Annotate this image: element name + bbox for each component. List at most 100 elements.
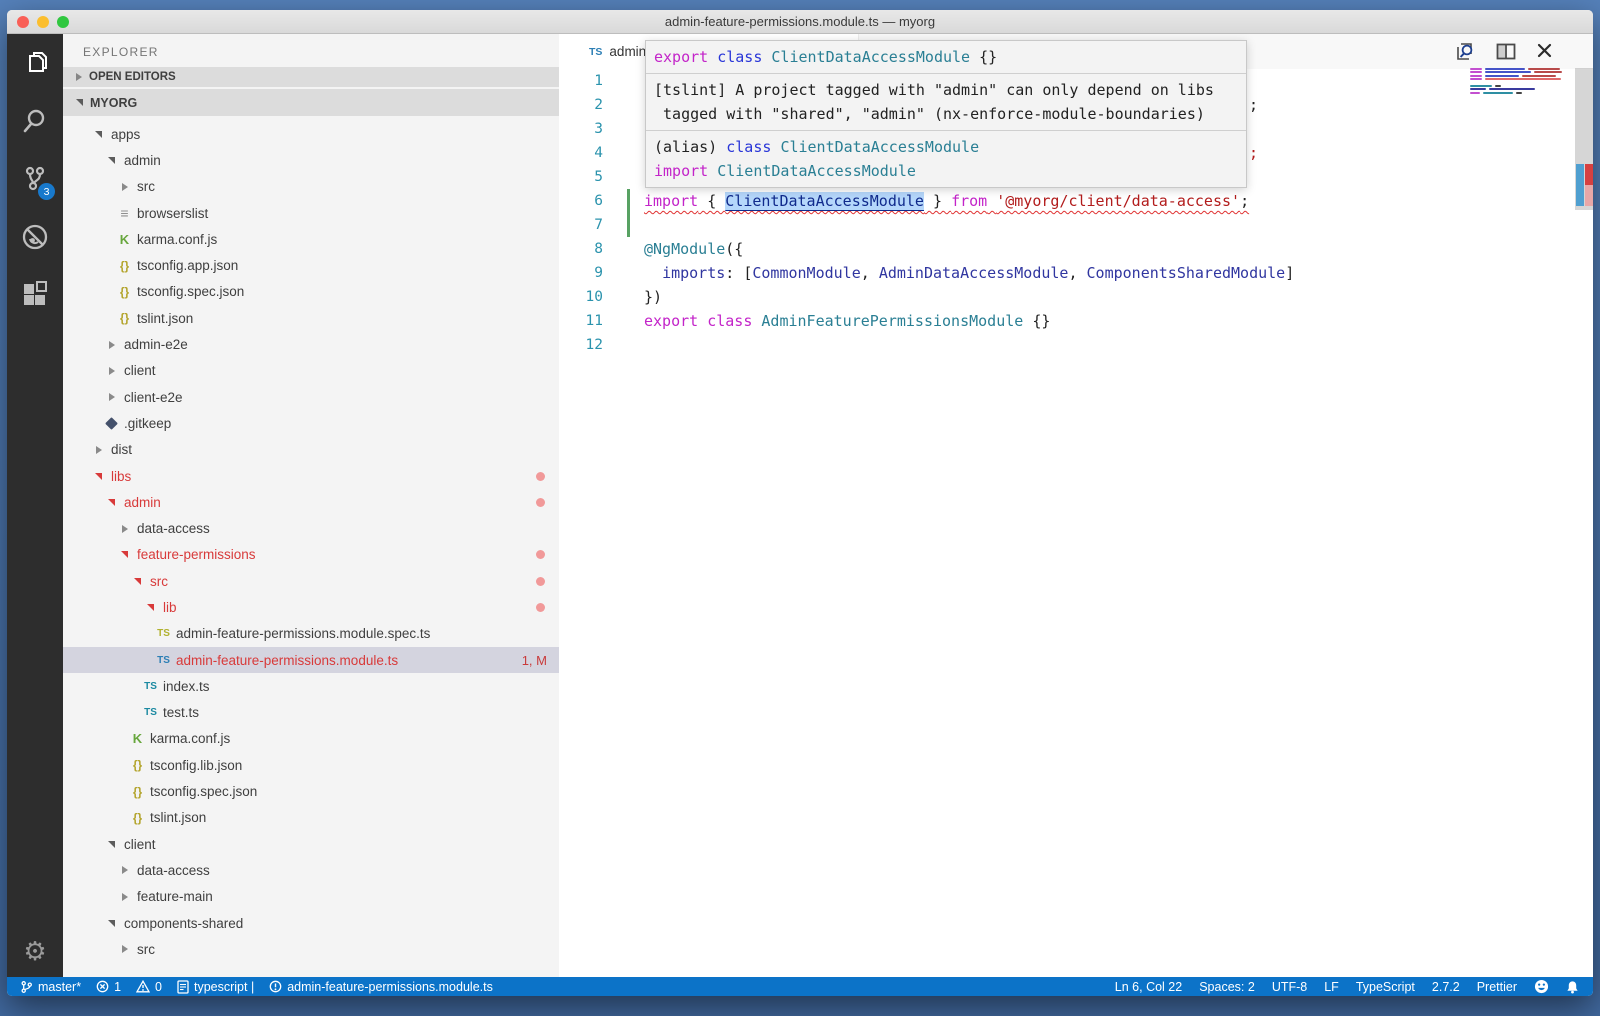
status-left-master-[interactable]: master* (20, 980, 81, 994)
highlighted-symbol: ClientDataAccessModule (725, 192, 924, 210)
tree-item-admin[interactable]: admin (63, 489, 559, 515)
ts-file-icon: TS (142, 707, 159, 718)
tree-item-browserslist[interactable]: ≡browserslist (63, 200, 559, 226)
tree-item-lib[interactable]: lib (63, 594, 559, 620)
tree-item-tsconfig-spec-json[interactable]: {}tsconfig.spec.json (63, 778, 559, 804)
code-editor[interactable]: 12 ;34 ';56import { ClientDataAccessModu… (559, 69, 1593, 977)
settings-gear-icon[interactable]: ⚙ (7, 937, 63, 967)
split-editor-icon[interactable] (1496, 42, 1516, 66)
minimap[interactable] (1470, 68, 1570, 98)
status-right-prettier[interactable]: Prettier (1477, 980, 1517, 994)
close-window-button[interactable] (17, 16, 29, 28)
close-icon[interactable] (1536, 42, 1553, 66)
tree-item-components-shared[interactable]: components-shared (63, 910, 559, 936)
tree-item-client-e2e[interactable]: client-e2e (63, 384, 559, 410)
tree-item-data-access[interactable]: data-access (63, 857, 559, 883)
tree-item-tslint-json[interactable]: {}tslint.json (63, 805, 559, 831)
status-right-smiley[interactable] (1534, 979, 1549, 994)
chevron-right-icon (116, 525, 133, 533)
json-file-icon: {} (116, 259, 133, 273)
line-number: 3 (559, 121, 613, 137)
tree-item-admin-feature-permissions-module-spec-ts[interactable]: TSadmin-feature-permissions.module.spec.… (63, 621, 559, 647)
overview-ruler[interactable] (1575, 68, 1593, 210)
tree-item-data-access[interactable]: data-access (63, 515, 559, 541)
code-line-10[interactable]: 10}) (559, 285, 1593, 309)
tree-item-client[interactable]: client (63, 358, 559, 384)
tree-item-label: index.ts (163, 679, 210, 694)
sidebar-item-extensions[interactable] (7, 266, 63, 324)
open-preview-icon[interactable] (1455, 42, 1476, 66)
tree-item-label: admin (124, 153, 161, 168)
chevron-right-icon (116, 945, 133, 953)
chevron-down-icon (76, 99, 83, 106)
status-right-lf[interactable]: LF (1324, 980, 1339, 994)
line-number: 4 (559, 145, 613, 161)
tree-item-admin[interactable]: admin (63, 147, 559, 173)
tree-item-src[interactable]: src (63, 568, 559, 594)
status-left-0[interactable]: 0 (136, 980, 162, 994)
code-line-9[interactable]: 9 imports: [CommonModule, AdminDataAcces… (559, 261, 1593, 285)
tree-item-src[interactable]: src (63, 936, 559, 962)
tree-item-feature-permissions[interactable]: feature-permissions (63, 542, 559, 568)
status-left-typescript-[interactable]: typescript | (177, 980, 254, 994)
tooltip-row: import ClientDataAccessModule (654, 159, 1238, 183)
minimap-line (1470, 92, 1570, 94)
tree-item--gitkeep[interactable]: .gitkeep (63, 410, 559, 436)
status-right-bell[interactable] (1566, 980, 1579, 994)
tree-item-label: libs (111, 469, 131, 484)
code-line-12[interactable]: 12 (559, 333, 1593, 357)
tree-item-label: src (137, 179, 155, 194)
tree-item-tslint-json[interactable]: {}tslint.json (63, 305, 559, 331)
zoom-window-button[interactable] (57, 16, 69, 28)
line-number: 6 (559, 193, 613, 209)
tree-item-karma-conf-js[interactable]: Kkarma.conf.js (63, 226, 559, 252)
tree-item-tsconfig-app-json[interactable]: {}tsconfig.app.json (63, 252, 559, 278)
tree-item-test-ts[interactable]: TStest.ts (63, 700, 559, 726)
ts-blue-file-icon: TS (155, 655, 172, 666)
tree-item-src[interactable]: src (63, 174, 559, 200)
ts-file-icon: TS (142, 681, 159, 692)
open-editors-section[interactable]: OPEN EDITORS (63, 67, 559, 87)
tree-item-admin-e2e[interactable]: admin-e2e (63, 331, 559, 357)
lint-doc-icon (177, 980, 189, 994)
code-text: imports: [CommonModule, AdminDataAccessM… (644, 264, 1294, 282)
tree-item-index-ts[interactable]: TS index.ts (63, 673, 559, 699)
tree-item-client[interactable]: client (63, 831, 559, 857)
status-right-ln-6-col-22[interactable]: Ln 6, Col 22 (1115, 980, 1182, 994)
json-file-icon: {} (129, 758, 146, 772)
sidebar-item-source-control[interactable]: 3 (7, 150, 63, 208)
tree-item-apps[interactable]: apps (63, 121, 559, 147)
code-line-8[interactable]: 8@NgModule({ (559, 237, 1593, 261)
title-bar[interactable]: admin-feature-permissions.module.ts — my… (7, 10, 1593, 34)
status-right-spaces-2[interactable]: Spaces: 2 (1199, 980, 1255, 994)
tree-item-feature-main[interactable]: feature-main (63, 884, 559, 910)
status-right-typescript[interactable]: TypeScript (1356, 980, 1415, 994)
status-left-1[interactable]: 1 (96, 980, 121, 994)
editor-area: TS admin-feature-permissions.module.ts 1… (559, 34, 1593, 977)
code-line-6[interactable]: 6import { ClientDataAccessModule } from … (559, 189, 1593, 213)
tree-item-tsconfig-lib-json[interactable]: {} tsconfig.lib.json (63, 752, 559, 778)
sidebar-item-debug[interactable] (7, 208, 63, 266)
minimize-window-button[interactable] (37, 16, 49, 28)
tree-item-tsconfig-spec-json[interactable]: {}tsconfig.spec.json (63, 279, 559, 305)
gutter (627, 69, 630, 93)
code-line-7[interactable]: 7 (559, 213, 1593, 237)
sidebar-item-explorer[interactable] (7, 34, 63, 92)
tree-item-dist[interactable]: dist (63, 437, 559, 463)
status-right-utf-8[interactable]: UTF-8 (1272, 980, 1307, 994)
sidebar-item-search[interactable] (7, 92, 63, 150)
tree-item-karma-conf-js[interactable]: Kkarma.conf.js (63, 726, 559, 752)
tree-item-admin-feature-permissions-module-ts[interactable]: TSadmin-feature-permissions.module.ts1, … (63, 647, 559, 673)
tree-item-libs[interactable]: libs (63, 463, 559, 489)
workspace-root-section[interactable]: MYORG (63, 89, 559, 116)
status-left-admin-feature-permissions-module-ts[interactable]: admin-feature-permissions.module.ts (269, 980, 493, 994)
tree-item-label: feature-main (137, 889, 213, 904)
gutter (627, 261, 630, 285)
gutter (627, 141, 630, 165)
code-line-11[interactable]: 11export class AdminFeaturePermissionsMo… (559, 309, 1593, 333)
status-label: 0 (155, 980, 162, 994)
chevron-down-icon (103, 920, 120, 927)
status-right-2-7-2[interactable]: 2.7.2 (1432, 980, 1460, 994)
tree-item-label: tsconfig.lib.json (150, 758, 242, 773)
line-number: 10 (559, 289, 613, 305)
